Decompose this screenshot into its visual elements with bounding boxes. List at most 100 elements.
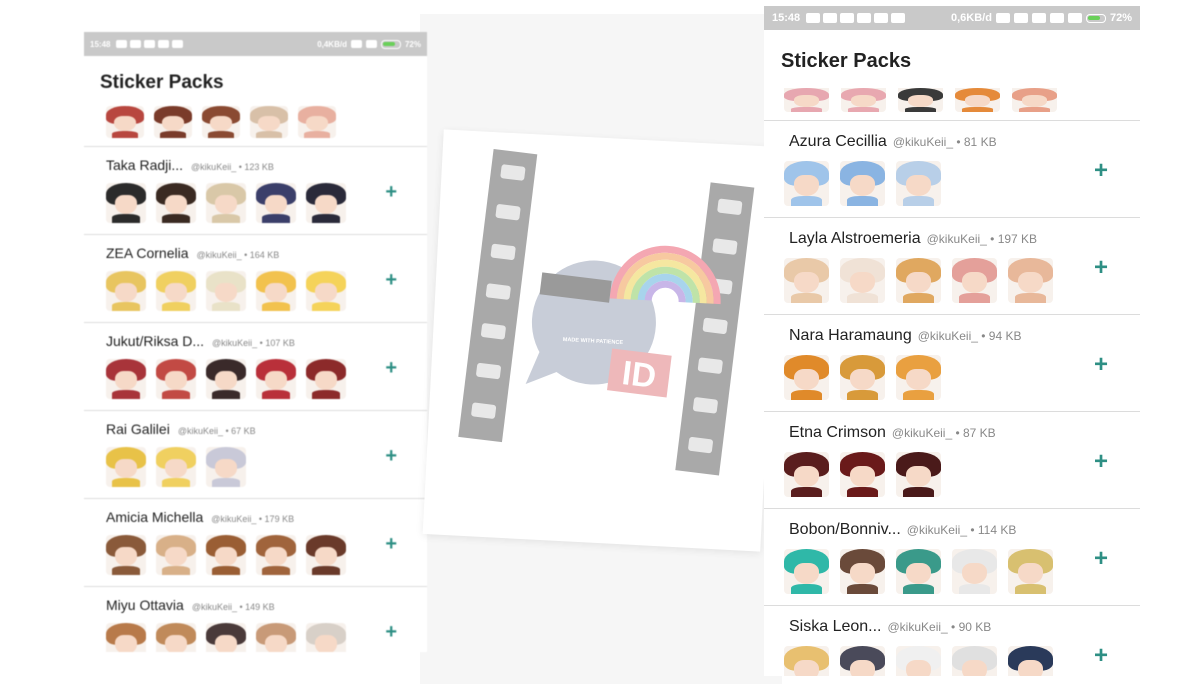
sticker-face bbox=[114, 547, 138, 567]
status-bar: 15:48 0,6KB/d 72% bbox=[764, 6, 1140, 30]
cloud-icon bbox=[891, 13, 906, 23]
sticker-body bbox=[207, 130, 235, 138]
pack-meta: @kikuKeii_ • 197 KB bbox=[926, 232, 1038, 246]
sticker-face bbox=[849, 271, 876, 294]
sticker-pack-row[interactable]: Jukut/Riksa D... @kikuKeii_ • 107 KB + bbox=[84, 322, 427, 410]
signal-icon bbox=[350, 40, 362, 48]
sticker-body bbox=[112, 566, 140, 575]
add-to-whatsapp-button[interactable]: + bbox=[1094, 642, 1108, 670]
sticker-face bbox=[264, 371, 288, 391]
add-to-whatsapp-button[interactable]: + bbox=[1094, 351, 1108, 379]
right-phone-screen: 15:48 0,6KB/d 72% Sticker Packs Azura Ce… bbox=[764, 6, 1140, 676]
sticker-pack-row[interactable]: Etna Crimson @kikuKeii_ • 87 KB + bbox=[764, 411, 1140, 508]
sticker-thumbnail bbox=[306, 535, 346, 575]
pack-header: Azura Cecillia @kikuKeii_ • 81 KB bbox=[764, 121, 1140, 151]
sticker-face bbox=[314, 547, 338, 567]
pack-header: Nara Haramaung @kikuKeii_ • 94 KB bbox=[764, 315, 1140, 345]
pack-stickers bbox=[84, 437, 427, 487]
pack-list: Azura Cecillia @kikuKeii_ • 81 KB + Layla A… bbox=[764, 120, 1140, 676]
sticker-face bbox=[164, 635, 188, 652]
add-to-whatsapp-button[interactable]: + bbox=[1094, 254, 1108, 282]
add-to-whatsapp-button[interactable]: + bbox=[1094, 448, 1108, 476]
partial-pack-stickers[interactable] bbox=[764, 88, 1140, 120]
sticker-face bbox=[961, 562, 988, 585]
sticker-body bbox=[262, 390, 290, 399]
sticker-body bbox=[846, 293, 879, 303]
sticker-thumbnail bbox=[206, 271, 246, 311]
pack-meta: @kikuKeii_ • 107 KB bbox=[212, 338, 295, 348]
add-to-whatsapp-button[interactable]: + bbox=[385, 269, 397, 292]
sticker-body bbox=[902, 584, 935, 594]
pack-name: Siska Leon... bbox=[789, 618, 882, 635]
pack-meta: @kikuKeii_ • 81 KB bbox=[892, 135, 997, 149]
sticker-face bbox=[849, 465, 876, 488]
sticker-thumbnail bbox=[156, 359, 196, 399]
sticker-pack-row[interactable]: Layla Alstroemeria @kikuKeii_ • 197 KB + bbox=[764, 217, 1140, 314]
sticker-body bbox=[902, 390, 935, 400]
status-time: 15:48 bbox=[772, 12, 801, 24]
sticker-thumbnail bbox=[784, 258, 829, 303]
add-to-whatsapp-button[interactable]: + bbox=[385, 533, 397, 556]
youtube-icon bbox=[840, 13, 855, 23]
sticker-body bbox=[212, 214, 240, 223]
partial-pack-stickers[interactable] bbox=[84, 102, 427, 146]
sticker-body bbox=[212, 478, 240, 487]
pack-meta: @kikuKeii_ • 87 KB bbox=[891, 426, 996, 440]
sticker-body bbox=[159, 130, 187, 138]
sticker-face bbox=[214, 547, 238, 567]
sticker-body bbox=[255, 130, 283, 138]
battery-percent: 72% bbox=[1109, 12, 1132, 24]
pack-header: Amicia Michella @kikuKeii_ • 179 KB bbox=[84, 499, 427, 525]
add-to-whatsapp-button[interactable]: + bbox=[1094, 545, 1108, 573]
sticker-face bbox=[793, 95, 820, 107]
notification-icons bbox=[116, 40, 184, 48]
sticker-face bbox=[114, 115, 136, 131]
sticker-pack-row[interactable]: Taka Radji... @kikuKeii_ • 123 KB + bbox=[84, 146, 427, 234]
sticker-body bbox=[162, 478, 190, 487]
sticker-pack-row[interactable]: Miyu Ottavia @kikuKeii_ • 149 KB + bbox=[84, 586, 427, 652]
sticker-face bbox=[162, 115, 184, 131]
pack-meta: @kikuKeii_ • 114 KB bbox=[906, 523, 1017, 537]
sticker-pack-row[interactable]: Amicia Michella @kikuKeii_ • 179 KB + bbox=[84, 498, 427, 586]
add-to-whatsapp-button[interactable]: + bbox=[1094, 157, 1108, 185]
sticker-thumbnail bbox=[206, 535, 246, 575]
sticker-face bbox=[314, 195, 338, 215]
status-right: 0,4KB/d 72% bbox=[317, 39, 421, 49]
signal-icon bbox=[1031, 13, 1046, 23]
sticker-thumbnail bbox=[952, 646, 997, 676]
battery-icon bbox=[1085, 13, 1106, 23]
sticker-pack-row[interactable]: Rai Galilei @kikuKeii_ • 67 KB + bbox=[84, 410, 427, 498]
pack-name: Layla Alstroemeria bbox=[789, 230, 921, 247]
add-to-whatsapp-button[interactable]: + bbox=[385, 445, 397, 468]
sticker-face bbox=[314, 283, 338, 303]
add-to-whatsapp-button[interactable]: + bbox=[385, 621, 397, 644]
pack-meta: @kikuKeii_ • 90 KB bbox=[887, 620, 992, 634]
sticker-pack-row[interactable]: Azura Cecillia @kikuKeii_ • 81 KB + bbox=[764, 120, 1140, 217]
sticker-thumbnail bbox=[784, 355, 829, 400]
sticker-thumbnail bbox=[256, 271, 296, 311]
sticker-body bbox=[312, 302, 340, 311]
add-to-whatsapp-button[interactable]: + bbox=[385, 181, 397, 204]
sticker-thumbnail bbox=[896, 549, 941, 594]
pack-name: Miyu Ottavia bbox=[106, 597, 184, 613]
sticker-face bbox=[164, 195, 188, 215]
add-to-whatsapp-button[interactable]: + bbox=[385, 357, 397, 380]
sticker-face bbox=[114, 195, 138, 215]
sticker-thumbnail bbox=[784, 161, 829, 206]
sticker-body bbox=[162, 214, 190, 223]
sticker-thumbnail bbox=[896, 355, 941, 400]
sticker-pack-row[interactable]: ZEA Cornelia @kikuKeii_ • 164 KB + bbox=[84, 234, 427, 322]
wifi-icon bbox=[806, 13, 821, 23]
pack-stickers bbox=[84, 525, 427, 575]
sticker-thumbnail bbox=[1008, 258, 1053, 303]
sticker-pack-row[interactable]: Bobon/Bonniv... @kikuKeii_ • 114 KB + bbox=[764, 508, 1140, 605]
pack-name: Amicia Michella bbox=[106, 509, 204, 525]
sticker-thumbnail bbox=[250, 106, 288, 138]
sticker-body bbox=[846, 390, 879, 400]
sticker-pack-row[interactable]: Siska Leon... @kikuKeii_ • 90 KB + bbox=[764, 605, 1140, 676]
sticker-pack-row[interactable]: Nara Haramaung @kikuKeii_ • 94 KB + bbox=[764, 314, 1140, 411]
sticker-face bbox=[214, 635, 238, 652]
sticker-face bbox=[905, 271, 932, 294]
id-badge-text: ID bbox=[620, 354, 658, 396]
signal-icon bbox=[1049, 13, 1064, 23]
